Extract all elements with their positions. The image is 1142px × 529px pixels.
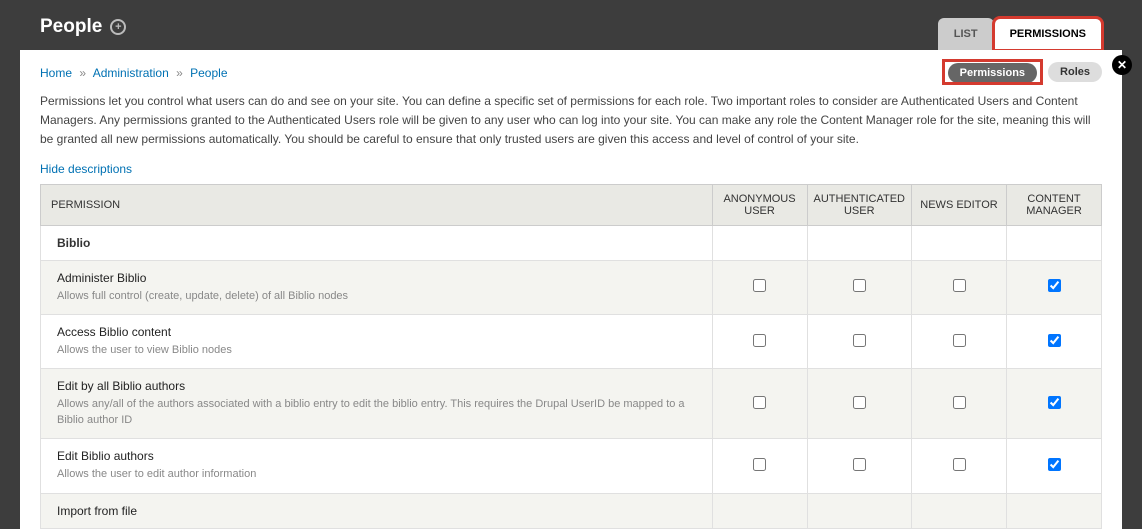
permission-description: Allows any/all of the authors associated…: [57, 397, 704, 428]
hide-descriptions-link[interactable]: Hide descriptions: [40, 162, 132, 176]
permission-cell: Edit by all Biblio authors Allows any/all…: [41, 369, 713, 439]
close-icon[interactable]: ✕: [1112, 55, 1132, 75]
chevron-right-icon: »: [176, 66, 183, 80]
empty-cell: [712, 225, 807, 260]
permission-checkbox[interactable]: [1048, 334, 1061, 347]
checkbox-cell: [807, 439, 911, 493]
checkbox-cell: [1007, 439, 1102, 493]
permission-checkbox[interactable]: [953, 334, 966, 347]
checkbox-cell: [912, 260, 1007, 314]
subtab-permissions[interactable]: Permissions: [948, 63, 1037, 83]
sub-header: Home » Administration » People Permissio…: [40, 62, 1102, 82]
permission-group-row: Biblio: [41, 225, 1102, 260]
top-toolbar: People + LIST PERMISSIONS: [0, 0, 1142, 50]
permission-title: Import from file: [57, 504, 704, 518]
permission-title: Access Biblio content: [57, 325, 704, 339]
col-content-manager: CONTENT MANAGER: [1007, 184, 1102, 225]
permission-checkbox[interactable]: [853, 458, 866, 471]
checkbox-cell: [712, 260, 807, 314]
primary-tabs: LIST PERMISSIONS: [938, 18, 1102, 50]
page-title: People +: [40, 16, 126, 50]
secondary-tabs: Permissions Roles: [945, 62, 1102, 82]
permission-cell: Administer Biblio Allows full control (cr…: [41, 260, 713, 314]
permission-checkbox[interactable]: [753, 279, 766, 292]
tab-list[interactable]: LIST: [938, 18, 994, 50]
permission-cell: Access Biblio content Allows the user to …: [41, 314, 713, 368]
permission-checkbox[interactable]: [753, 396, 766, 409]
checkbox-cell: [1007, 369, 1102, 439]
permission-checkbox[interactable]: [853, 334, 866, 347]
permission-title: Administer Biblio: [57, 271, 704, 285]
permission-description: Allows the user to view Biblio nodes: [57, 343, 704, 358]
permission-title: Edit by all Biblio authors: [57, 379, 704, 393]
checkbox-cell: [912, 493, 1007, 528]
table-row: Administer Biblio Allows full control (cr…: [41, 260, 1102, 314]
permissions-table: PERMISSION ANONYMOUS USER AUTHENTICATED …: [40, 184, 1102, 529]
empty-cell: [1007, 225, 1102, 260]
checkbox-cell: [712, 369, 807, 439]
permission-checkbox[interactable]: [853, 396, 866, 409]
checkbox-cell: [1007, 314, 1102, 368]
permission-group-label: Biblio: [41, 225, 713, 260]
breadcrumb-home[interactable]: Home: [40, 66, 72, 80]
col-anonymous-user: ANONYMOUS USER: [712, 184, 807, 225]
checkbox-cell: [807, 369, 911, 439]
col-authenticated-user: AUTHENTICATED USER: [807, 184, 911, 225]
highlight-box: Permissions: [945, 62, 1040, 82]
permission-checkbox[interactable]: [1048, 279, 1061, 292]
empty-cell: [807, 225, 911, 260]
permission-title: Edit Biblio authors: [57, 449, 704, 463]
checkbox-cell: [807, 260, 911, 314]
breadcrumb-people[interactable]: People: [190, 66, 227, 80]
permission-checkbox[interactable]: [753, 458, 766, 471]
content-panel: ✕ Home » Administration » People Permiss…: [20, 50, 1122, 529]
checkbox-cell: [712, 439, 807, 493]
permission-cell: Edit Biblio authors Allows the user to ed…: [41, 439, 713, 493]
checkbox-cell: [712, 493, 807, 528]
col-news-editor: NEWS EDITOR: [912, 184, 1007, 225]
checkbox-cell: [807, 493, 911, 528]
breadcrumb-admin[interactable]: Administration: [93, 66, 169, 80]
checkbox-cell: [1007, 493, 1102, 528]
col-permission: PERMISSION: [41, 184, 713, 225]
checkbox-cell: [912, 439, 1007, 493]
chevron-right-icon: »: [79, 66, 86, 80]
permission-checkbox[interactable]: [953, 279, 966, 292]
permission-description: Allows the user to edit author informati…: [57, 467, 704, 482]
permission-checkbox[interactable]: [1048, 396, 1061, 409]
add-icon[interactable]: +: [110, 19, 126, 35]
permission-description: Allows full control (create, update, del…: [57, 289, 704, 304]
permission-checkbox[interactable]: [1048, 458, 1061, 471]
table-row: Edit by all Biblio authors Allows any/all…: [41, 369, 1102, 439]
subtab-roles[interactable]: Roles: [1048, 62, 1102, 82]
checkbox-cell: [912, 369, 1007, 439]
permission-checkbox[interactable]: [753, 334, 766, 347]
table-body: Biblio Administer Biblio Allows full contr…: [41, 225, 1102, 528]
permission-cell: Import from file: [41, 493, 713, 528]
permission-checkbox[interactable]: [853, 279, 866, 292]
permission-checkbox[interactable]: [953, 458, 966, 471]
table-row: Access Biblio content Allows the user to …: [41, 314, 1102, 368]
checkbox-cell: [912, 314, 1007, 368]
tab-permissions[interactable]: PERMISSIONS: [994, 18, 1102, 50]
breadcrumb: Home » Administration » People: [40, 62, 228, 80]
table-header-row: PERMISSION ANONYMOUS USER AUTHENTICATED …: [41, 184, 1102, 225]
checkbox-cell: [807, 314, 911, 368]
empty-cell: [912, 225, 1007, 260]
intro-text: Permissions let you control what users c…: [40, 92, 1102, 150]
page-title-text: People: [40, 16, 102, 38]
checkbox-cell: [712, 314, 807, 368]
permission-checkbox[interactable]: [953, 396, 966, 409]
table-row: Edit Biblio authors Allows the user to ed…: [41, 439, 1102, 493]
table-row: Import from file: [41, 493, 1102, 528]
checkbox-cell: [1007, 260, 1102, 314]
